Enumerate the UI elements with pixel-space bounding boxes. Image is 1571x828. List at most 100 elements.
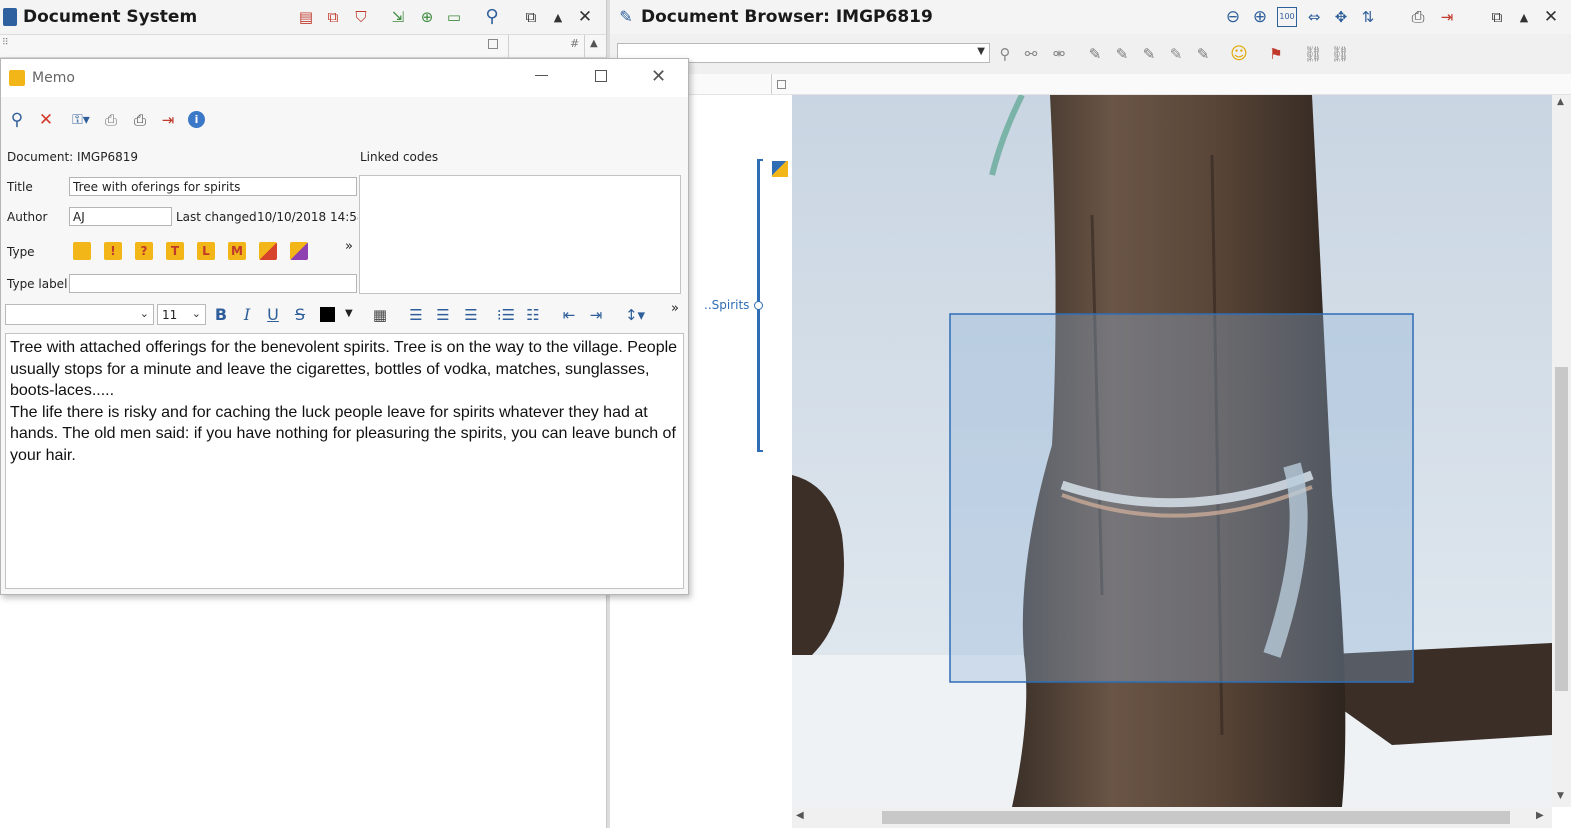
memo-marker-icon[interactable]: [772, 161, 788, 177]
more-types-icon[interactable]: »: [345, 239, 353, 254]
scroll-up-icon[interactable]: ▲: [1557, 97, 1564, 107]
bold-icon[interactable]: B: [212, 305, 230, 325]
indent-icon[interactable]: ⇥: [586, 305, 606, 325]
print-icon[interactable]: ⎙: [130, 110, 150, 130]
memo-window[interactable]: Memo ✕ ⚲ ✕ ⚿▾ ⎙ ⎙ ⇥ i Document: IMGP6819…: [0, 58, 689, 595]
emoticon-icon[interactable]: ☺: [1230, 44, 1248, 64]
strikethrough-icon[interactable]: S: [291, 305, 309, 325]
numbered-list-icon[interactable]: ☷: [523, 305, 543, 325]
title-field[interactable]: Tree with oferings for spirits: [69, 177, 357, 196]
link-icon[interactable]: ⛓: [1303, 44, 1322, 64]
doc-stack-icon[interactable]: ▤: [296, 7, 316, 27]
bullet-list-icon[interactable]: ⁝☰: [496, 305, 516, 325]
memo-purple-diagonal-icon[interactable]: [290, 242, 308, 260]
filter-doc-icon[interactable]: ⛉: [351, 7, 371, 27]
new-folder-icon[interactable]: ▭: [444, 7, 464, 27]
vertical-scrollbar[interactable]: ▲ ▼: [1552, 95, 1571, 807]
code-icon[interactable]: ⚲: [996, 44, 1014, 64]
align-left-icon[interactable]: ☰: [406, 305, 426, 325]
zoom-out-icon[interactable]: ⊖: [1223, 7, 1243, 27]
zoom-100-icon[interactable]: 100: [1277, 7, 1297, 27]
column-hash-icon[interactable]: #: [570, 37, 579, 50]
line-spacing-icon[interactable]: ↕▾: [622, 305, 648, 325]
font-family-dropdown[interactable]: ⌄: [5, 304, 154, 325]
underline-icon[interactable]: U: [264, 305, 282, 325]
zoom-in-icon[interactable]: ⊕: [1250, 7, 1270, 27]
outdent-icon[interactable]: ⇤: [559, 305, 579, 325]
undock-icon[interactable]: ⧉: [521, 7, 541, 27]
print-icon[interactable]: ⎙: [1407, 7, 1429, 27]
close-icon[interactable]: ✕: [575, 7, 595, 27]
search-icon[interactable]: ⚲: [7, 110, 27, 130]
italic-icon[interactable]: I: [238, 305, 256, 325]
close-window-icon[interactable]: ✕: [651, 66, 666, 87]
memo-l-icon[interactable]: L: [197, 242, 215, 260]
text-color-swatch[interactable]: [320, 307, 335, 322]
minimize-window-icon[interactable]: [535, 75, 548, 76]
memo-title-bar[interactable]: Memo ✕: [1, 59, 688, 97]
scroll-down-icon[interactable]: ▼: [1557, 791, 1564, 801]
highlighter-4-icon[interactable]: ✎: [1167, 44, 1185, 64]
align-center-icon[interactable]: ☰: [433, 305, 453, 325]
column-memo-icon[interactable]: [488, 39, 498, 49]
memo-t-icon[interactable]: T: [166, 242, 184, 260]
delete-icon[interactable]: ✕: [36, 110, 56, 130]
align-justify-icon[interactable]: ☰: [461, 305, 481, 325]
memo-red-diagonal-icon[interactable]: [259, 242, 277, 260]
import-icon[interactable]: ⇲: [388, 7, 408, 27]
memo-m-icon[interactable]: M: [228, 242, 246, 260]
symbol-icon[interactable]: ⚑: [1267, 44, 1285, 64]
document-browser-column-bar: [610, 74, 1571, 95]
column-divider: [771, 74, 772, 94]
link-code-icon[interactable]: ⚿▾: [68, 110, 94, 130]
memo-text-editor[interactable]: Tree with attached offerings for the ben…: [5, 333, 684, 589]
minimize-panel-icon[interactable]: ▲: [1514, 7, 1534, 27]
document-image[interactable]: [792, 95, 1552, 807]
fit-page-icon[interactable]: ✥: [1331, 7, 1351, 27]
unlink-icon[interactable]: ⛓: [1330, 44, 1349, 64]
code-in-vivo-icon[interactable]: ⚯: [1022, 44, 1040, 64]
vertical-scroll-thumb[interactable]: [1555, 367, 1568, 691]
memo-question-icon[interactable]: ?: [135, 242, 153, 260]
highlighter-3-icon[interactable]: ✎: [1140, 44, 1158, 64]
copy-doc-icon[interactable]: ⧉: [323, 7, 343, 27]
export-icon[interactable]: ⇥: [1437, 7, 1457, 27]
horizontal-scroll-thumb[interactable]: [882, 811, 1510, 824]
linked-codes-box[interactable]: [359, 175, 681, 294]
edit-document-icon: ✎: [619, 7, 633, 26]
horizontal-scrollbar[interactable]: ◀ ▶: [792, 807, 1552, 828]
font-size-dropdown[interactable]: 11 ⌄: [157, 304, 206, 325]
memo-column-icon[interactable]: [777, 80, 786, 89]
more-format-icon[interactable]: »: [671, 301, 679, 316]
minimize-panel-icon[interactable]: ▲: [548, 7, 568, 27]
close-icon[interactable]: ✕: [1541, 7, 1561, 27]
scroll-left-icon[interactable]: ◀: [796, 810, 804, 821]
document-system-icon: [3, 8, 17, 26]
chevron-down-icon: ⌄: [191, 307, 201, 320]
author-field[interactable]: AJ: [69, 207, 172, 226]
memo-exclamation-icon[interactable]: !: [104, 242, 122, 260]
maximize-window-icon[interactable]: [595, 70, 607, 82]
rotate-icon[interactable]: ⇅: [1358, 7, 1378, 27]
search-icon[interactable]: ⚲: [482, 7, 502, 27]
type-label-field[interactable]: [69, 274, 357, 293]
coding-stripe-node[interactable]: [754, 301, 763, 310]
print-preview-icon[interactable]: ⎙: [101, 110, 121, 130]
scroll-up-icon[interactable]: ▲: [590, 38, 598, 49]
code-multi-icon[interactable]: ⚮: [1050, 44, 1068, 64]
code-label-spirits[interactable]: ..Spirits: [704, 298, 749, 312]
export-icon[interactable]: ⇥: [158, 110, 178, 130]
insert-date-icon[interactable]: ▦: [370, 305, 390, 325]
fit-width-icon[interactable]: ⇔: [1304, 7, 1324, 27]
highlighter-5-icon[interactable]: ✎: [1194, 44, 1212, 64]
new-doc-icon[interactable]: ⊕: [417, 7, 437, 27]
undock-icon[interactable]: ⧉: [1487, 7, 1507, 27]
memo-plain-icon[interactable]: [73, 242, 91, 260]
highlighter-2-icon[interactable]: ✎: [1113, 44, 1131, 64]
text-color-dropdown-icon[interactable]: ▼: [345, 308, 353, 319]
coding-stripe-top-cap: [757, 159, 763, 161]
highlighter-1-icon[interactable]: ✎: [1086, 44, 1104, 64]
column-divider: [508, 35, 509, 57]
scroll-right-icon[interactable]: ▶: [1536, 810, 1544, 821]
info-icon[interactable]: i: [188, 111, 205, 128]
